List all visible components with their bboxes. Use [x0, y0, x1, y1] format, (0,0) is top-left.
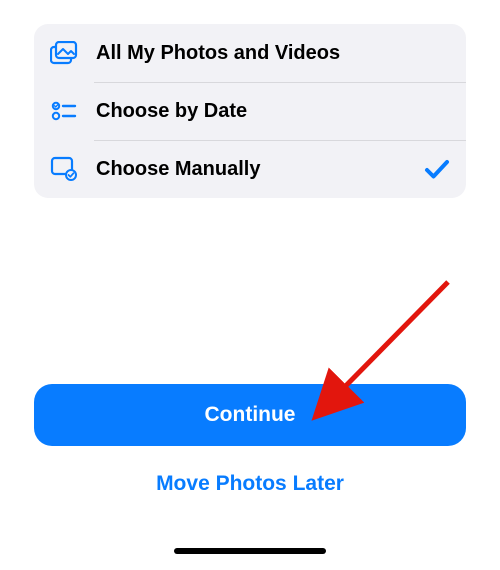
options-card: All My Photos and Videos Choose by Date … [34, 24, 466, 198]
option-all-photos[interactable]: All My Photos and Videos [34, 24, 466, 82]
option-choose-manually[interactable]: Choose Manually [34, 140, 466, 198]
option-label: Choose Manually [96, 158, 424, 181]
photos-icon [50, 39, 78, 67]
list-icon [50, 97, 78, 125]
continue-button-label: Continue [205, 403, 296, 427]
option-label: Choose by Date [96, 100, 450, 123]
move-later-link[interactable]: Move Photos Later [0, 472, 500, 496]
continue-button[interactable]: Continue [34, 384, 466, 446]
option-choose-date[interactable]: Choose by Date [34, 82, 466, 140]
home-indicator[interactable] [174, 548, 326, 554]
move-later-label: Move Photos Later [156, 472, 344, 495]
select-icon [50, 155, 78, 183]
checkmark-icon [424, 156, 450, 182]
option-label: All My Photos and Videos [96, 42, 450, 65]
